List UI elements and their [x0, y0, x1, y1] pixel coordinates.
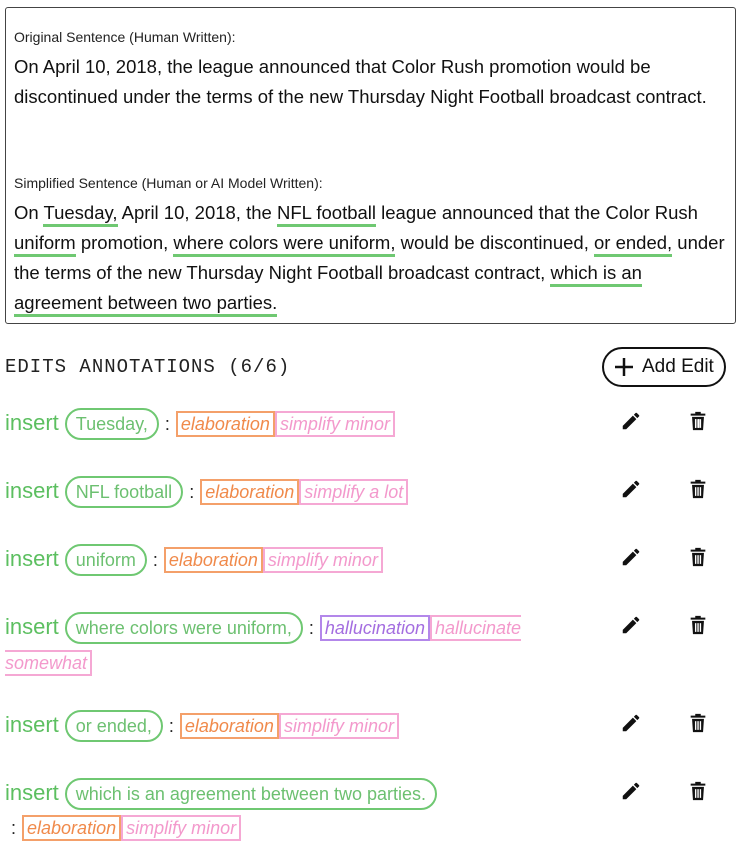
original-sentence: On April 10, 2018, the league announced … — [14, 56, 707, 107]
inserted-span[interactable]: or ended, — [593, 232, 673, 257]
edit-row: insert where colors were uniform,: halluci… — [5, 610, 595, 679]
edit-op: insert — [5, 546, 59, 571]
edit-text-pill[interactable]: Tuesday, — [64, 408, 159, 441]
edit-severity-tag[interactable]: simplify minor — [121, 815, 242, 842]
edit-text-pill[interactable]: which is an agreement between two partie… — [64, 778, 437, 811]
edit-row: insert Tuesday,: elaboration simplify minor — [5, 406, 595, 441]
add-edit-label: Add Edit — [642, 356, 714, 377]
sentence-panel: Original Sentence (Human Written): On Ap… — [5, 7, 736, 324]
inserted-span[interactable]: NFL football — [276, 202, 377, 227]
edit-row: insert uniform: elaboration simplify minor — [5, 542, 595, 577]
edit-type-tag[interactable]: elaboration — [163, 547, 263, 574]
trash-icon[interactable] — [687, 712, 709, 734]
edit-op: insert — [5, 780, 59, 805]
plus-icon — [615, 358, 633, 376]
edit-text-pill[interactable]: or ended, — [64, 710, 163, 743]
edit-severity-tag[interactable]: simplify minor — [274, 411, 395, 438]
pencil-icon[interactable] — [620, 780, 642, 802]
edits-title: EDITS ANNOTATIONS (6/6) — [5, 356, 291, 378]
trash-icon[interactable] — [687, 546, 709, 568]
simplified-label: Simplified Sentence (Human or AI Model W… — [14, 175, 323, 191]
add-edit-button[interactable]: Add Edit — [602, 347, 726, 387]
edit-type-tag[interactable]: elaboration — [175, 411, 275, 438]
edit-op: insert — [5, 410, 59, 435]
pencil-icon[interactable] — [620, 546, 642, 568]
edit-severity-tag[interactable]: simplify minor — [278, 713, 399, 740]
inserted-span[interactable]: Tuesday, — [43, 202, 118, 227]
edit-text-pill[interactable]: where colors were uniform, — [64, 612, 303, 645]
pencil-icon[interactable] — [620, 712, 642, 734]
edit-row: insert or ended,: elaboration simplify mino… — [5, 708, 595, 743]
edit-type-tag[interactable]: elaboration — [200, 479, 300, 506]
trash-icon[interactable] — [687, 614, 709, 636]
edit-row: insert NFL football: elaboration simplify a… — [5, 474, 595, 509]
edit-row: insert which is an agreement between two … — [5, 776, 595, 845]
inserted-span[interactable]: where colors were uniform, — [173, 232, 396, 257]
simplified-sentence: On Tuesday, April 10, 2018, the NFL foot… — [14, 198, 726, 318]
trash-icon[interactable] — [687, 780, 709, 802]
edit-type-tag[interactable]: hallucination — [319, 615, 430, 642]
edit-text-pill[interactable]: NFL football — [64, 476, 184, 509]
pencil-icon[interactable] — [620, 478, 642, 500]
edit-type-tag[interactable]: elaboration — [22, 815, 122, 842]
trash-icon[interactable] — [687, 410, 709, 432]
edit-op: insert — [5, 478, 59, 503]
original-label: Original Sentence (Human Written): — [14, 29, 236, 45]
edit-op: insert — [5, 614, 59, 639]
edit-type-tag[interactable]: elaboration — [179, 713, 279, 740]
edit-op: insert — [5, 712, 59, 737]
edit-severity-tag[interactable]: simplify a lot — [299, 479, 409, 506]
trash-icon[interactable] — [687, 478, 709, 500]
edit-severity-tag[interactable]: simplify minor — [262, 547, 383, 574]
inserted-span[interactable]: uniform — [14, 232, 76, 257]
pencil-icon[interactable] — [620, 410, 642, 432]
pencil-icon[interactable] — [620, 614, 642, 636]
edit-text-pill[interactable]: uniform — [64, 544, 147, 577]
